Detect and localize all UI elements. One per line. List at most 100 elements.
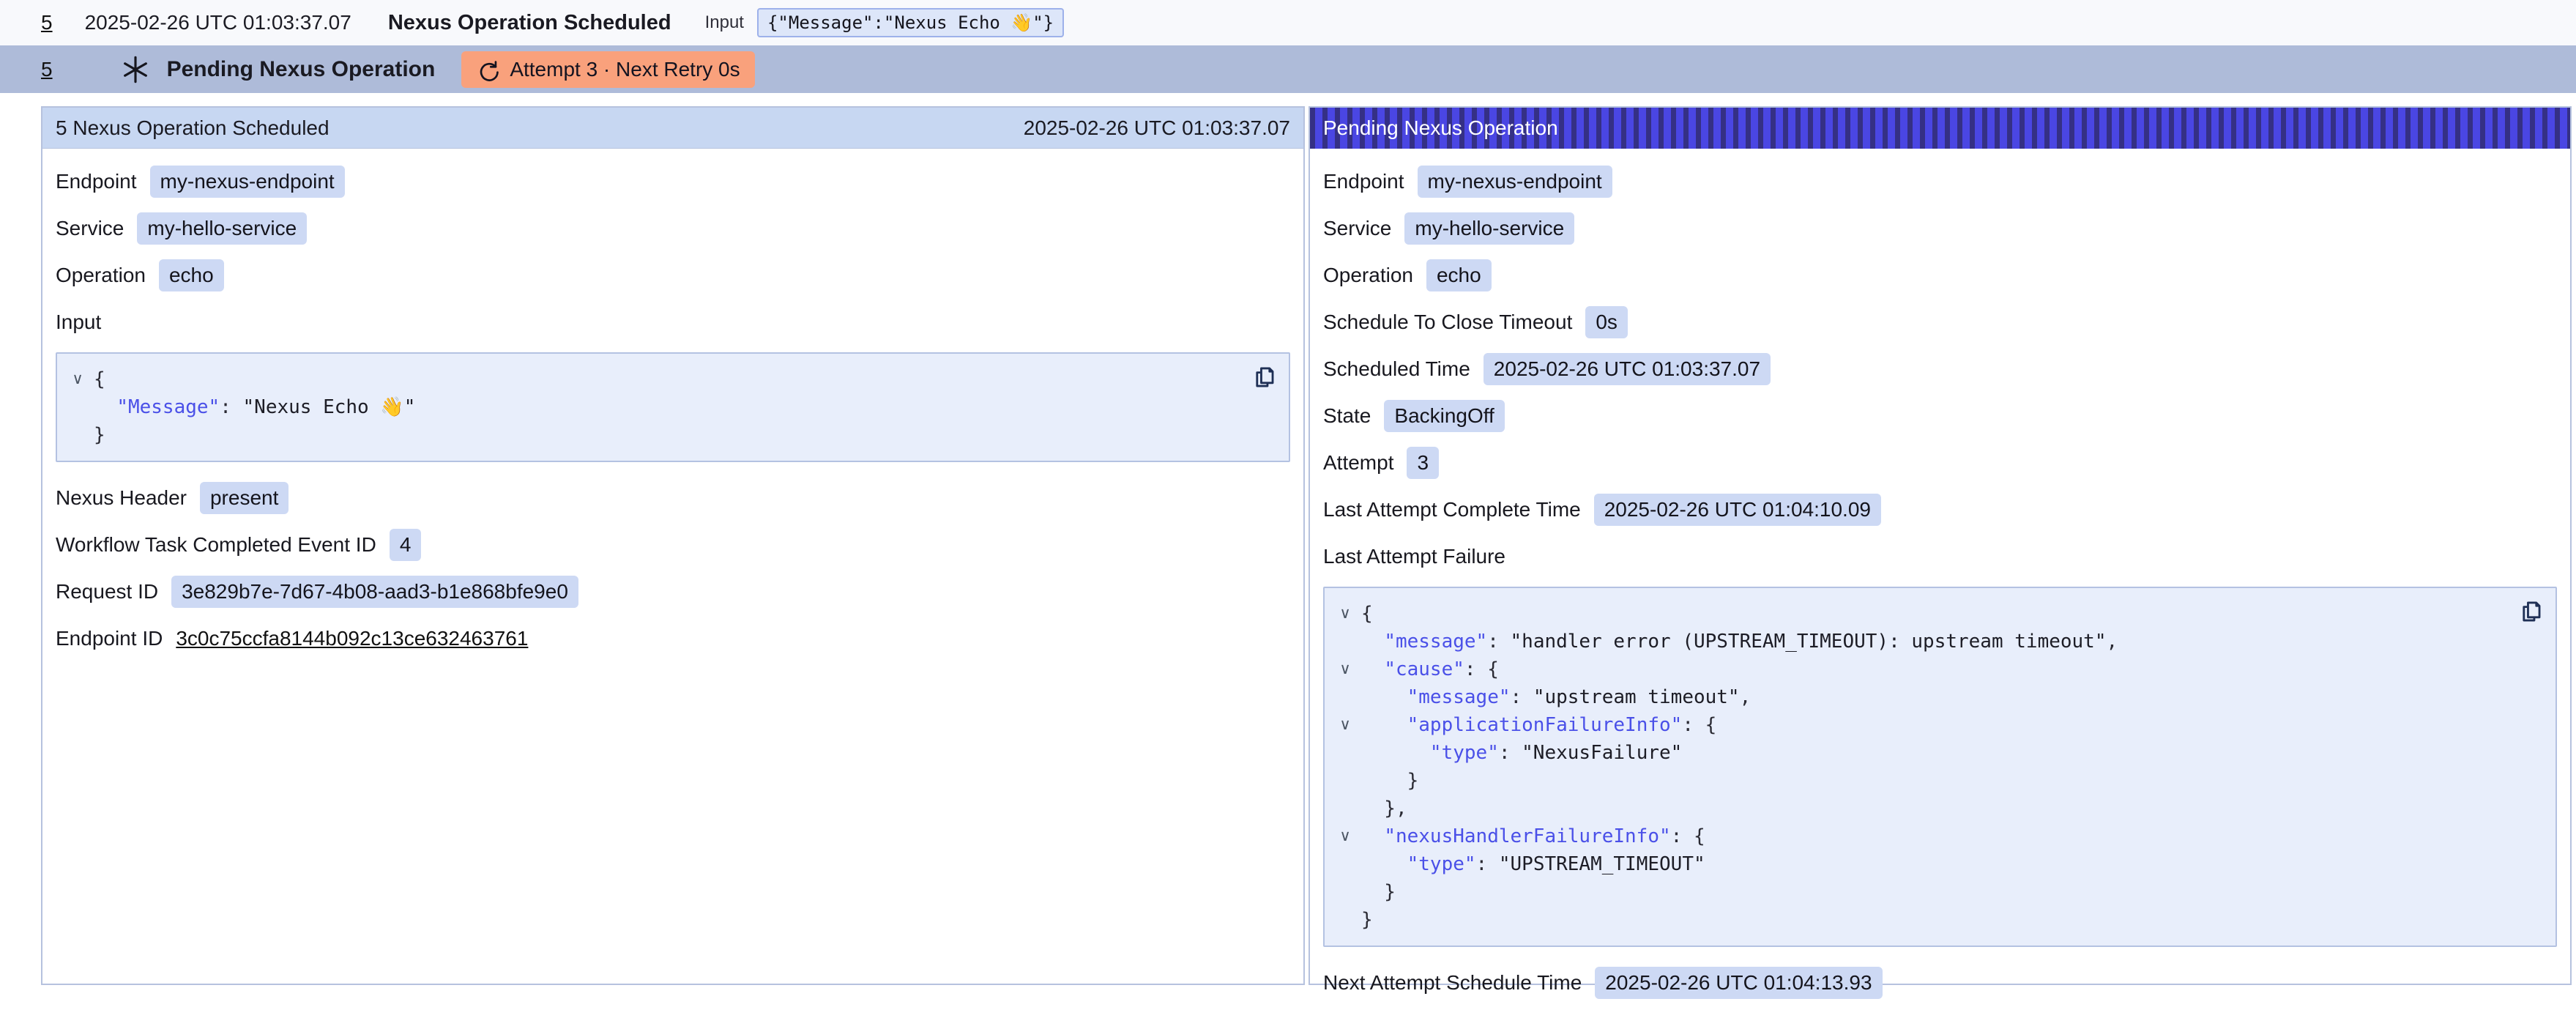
code-line: "type": "UPSTREAM_TIMEOUT" xyxy=(1329,850,2544,878)
field-label: Attempt xyxy=(1323,451,1393,475)
collapse-chevron-icon[interactable]: ∨ xyxy=(1329,655,1361,683)
json-punct: { xyxy=(1361,600,1373,628)
code-line: } xyxy=(1329,767,2544,795)
json-punct: : { xyxy=(1682,711,1716,739)
json-punct xyxy=(1361,628,1384,655)
input-json-viewer: ∨{ "Message": "Nexus Echo 👋"} xyxy=(56,352,1290,462)
field-value-badge: 3 xyxy=(1407,447,1439,479)
field-label: Last Attempt Failure xyxy=(1323,545,1505,568)
pending-panel-header: Pending Nexus Operation xyxy=(1310,108,2570,149)
json-punct: , xyxy=(1740,683,1752,711)
collapse-chevron-icon[interactable]: ∨ xyxy=(62,365,94,393)
json-punct: , xyxy=(2107,628,2118,655)
field-label: Endpoint xyxy=(1323,170,1404,193)
scheduled-panel-timestamp: 2025-02-26 UTC 01:03:37.07 xyxy=(1024,116,1290,140)
json-key: "message" xyxy=(1384,628,1487,655)
pending-panel-body: Endpointmy-nexus-endpointServicemy-hello… xyxy=(1310,149,2570,1029)
field-label: Schedule To Close Timeout xyxy=(1323,311,1572,334)
code-line: } xyxy=(1329,878,2544,906)
json-punct xyxy=(1361,850,1407,878)
detail-row-schedule-to-close-timeout: Schedule To Close Timeout 0s xyxy=(1323,305,2557,339)
json-punct: } xyxy=(1361,906,1373,934)
json-punct: : xyxy=(1487,628,1510,655)
retry-attempt-badge: Attempt 3 · Next Retry 0s xyxy=(461,51,754,88)
field-label: Workflow Task Completed Event ID xyxy=(56,533,376,557)
pending-asterisk-icon xyxy=(120,54,151,85)
json-punct: } xyxy=(94,421,105,449)
field-label: Input xyxy=(56,311,101,334)
json-key: "nexusHandlerFailureInfo" xyxy=(1384,822,1670,850)
scheduled-event-panel: 5 Nexus Operation Scheduled 2025-02-26 U… xyxy=(41,106,1305,985)
json-punct: : { xyxy=(1464,655,1499,683)
field-label: Next Attempt Schedule Time xyxy=(1323,971,1582,995)
field-value-badge: my-nexus-endpoint xyxy=(1418,166,1612,198)
code-gutter xyxy=(1329,906,1361,934)
code-line: } xyxy=(62,421,1277,449)
field-label: Operation xyxy=(56,264,146,287)
code-gutter xyxy=(1329,628,1361,655)
code-line: ∨ "applicationFailureInfo": { xyxy=(1329,711,2544,739)
field-value-badge: echo xyxy=(159,259,224,291)
copy-icon[interactable] xyxy=(2516,597,2545,626)
code-line: ∨{ xyxy=(1329,600,2544,628)
detail-row-operation: Operation echo xyxy=(56,259,1290,292)
detail-row-nexus-header: Nexus Headerpresent xyxy=(56,481,1290,515)
field-value-badge: my-hello-service xyxy=(137,212,307,245)
failure-json-viewer: ∨{ "message": "handler error (UPSTREAM_T… xyxy=(1323,587,2557,947)
field-value-badge: 2025-02-26 UTC 01:04:13.93 xyxy=(1595,967,1882,999)
field-label: Last Attempt Complete Time xyxy=(1323,498,1581,521)
field-value-link[interactable]: 3c0c75ccfa8144b092c13ce632463761 xyxy=(176,627,528,650)
field-value-badge: 0s xyxy=(1585,306,1628,338)
collapse-chevron-icon[interactable]: ∨ xyxy=(1329,600,1361,628)
field-label: State xyxy=(1323,404,1371,428)
event-summary-row[interactable]: 5 2025-02-26 UTC 01:03:37.07 Nexus Opera… xyxy=(0,0,2576,45)
field-value-badge: my-nexus-endpoint xyxy=(150,166,345,198)
scheduled-panel-header: 5 Nexus Operation Scheduled 2025-02-26 U… xyxy=(42,108,1303,149)
retry-icon xyxy=(476,58,499,81)
json-punct: } xyxy=(1361,767,1418,795)
retry-badge-text: Attempt 3 · Next Retry 0s xyxy=(510,58,740,81)
field-label: Endpoint ID xyxy=(56,627,163,650)
pending-operation-title: Pending Nexus Operation xyxy=(167,57,436,82)
code-gutter xyxy=(1329,739,1361,767)
json-punct: } xyxy=(1361,878,1396,906)
json-punct xyxy=(1361,711,1407,739)
detail-row-operation: Operationecho xyxy=(1323,259,2557,292)
field-label: Service xyxy=(56,217,124,240)
json-key: "message" xyxy=(1407,683,1511,711)
detail-row-last-attempt-failure: Last Attempt Failure xyxy=(1323,540,2557,573)
field-value-badge: BackingOff xyxy=(1384,400,1504,432)
event-id-link[interactable]: 5 xyxy=(41,11,53,34)
json-string: "NexusFailure" xyxy=(1522,739,1682,767)
pending-event-id-link[interactable]: 5 xyxy=(41,58,53,81)
json-string: "UPSTREAM_TIMEOUT" xyxy=(1499,850,1705,878)
code-line: ∨ "nexusHandlerFailureInfo": { xyxy=(1329,822,2544,850)
collapse-chevron-icon[interactable]: ∨ xyxy=(1329,822,1361,850)
code-gutter xyxy=(1329,850,1361,878)
collapse-chevron-icon[interactable]: ∨ xyxy=(1329,711,1361,739)
field-value-badge: my-hello-service xyxy=(1404,212,1574,245)
detail-row-scheduled-time: Scheduled Time2025-02-26 UTC 01:03:37.07 xyxy=(1323,352,2557,386)
pending-operation-panel: Pending Nexus Operation Endpoint my-nexus… xyxy=(1309,106,2572,985)
field-value-badge: echo xyxy=(1426,259,1492,291)
json-punct: : xyxy=(220,393,242,421)
json-string: "handler error (UPSTREAM_TIMEOUT): upstr… xyxy=(1511,628,2107,655)
json-punct: : xyxy=(1511,683,1533,711)
event-input-preview-badge: {"Message":"Nexus Echo 👋"} xyxy=(757,8,1064,37)
json-key: "Message" xyxy=(116,393,220,421)
code-line: ∨ "cause": { xyxy=(1329,655,2544,683)
event-input-label: Input xyxy=(705,12,744,33)
code-gutter xyxy=(1329,767,1361,795)
detail-row-service: Service my-hello-service xyxy=(56,212,1290,245)
copy-icon[interactable] xyxy=(1249,363,1278,392)
json-punct: : xyxy=(1499,739,1522,767)
json-punct: : { xyxy=(1671,822,1705,850)
detail-row-workflow-task-completed-event-id: Workflow Task Completed Event ID4 xyxy=(56,528,1290,562)
field-value-badge: 3e829b7e-7d67-4b08-aad3-b1e868bfe9e0 xyxy=(171,576,578,608)
pending-operation-row[interactable]: 5 Pending Nexus Operation Attempt 3 · Ne… xyxy=(0,45,2576,93)
json-punct xyxy=(1361,683,1407,711)
detail-row-state: State BackingOff xyxy=(1323,399,2557,433)
field-value-badge: 2025-02-26 UTC 01:03:37.07 xyxy=(1484,353,1771,385)
code-line: }, xyxy=(1329,795,2544,822)
field-value-badge: 2025-02-26 UTC 01:04:10.09 xyxy=(1594,494,1881,526)
